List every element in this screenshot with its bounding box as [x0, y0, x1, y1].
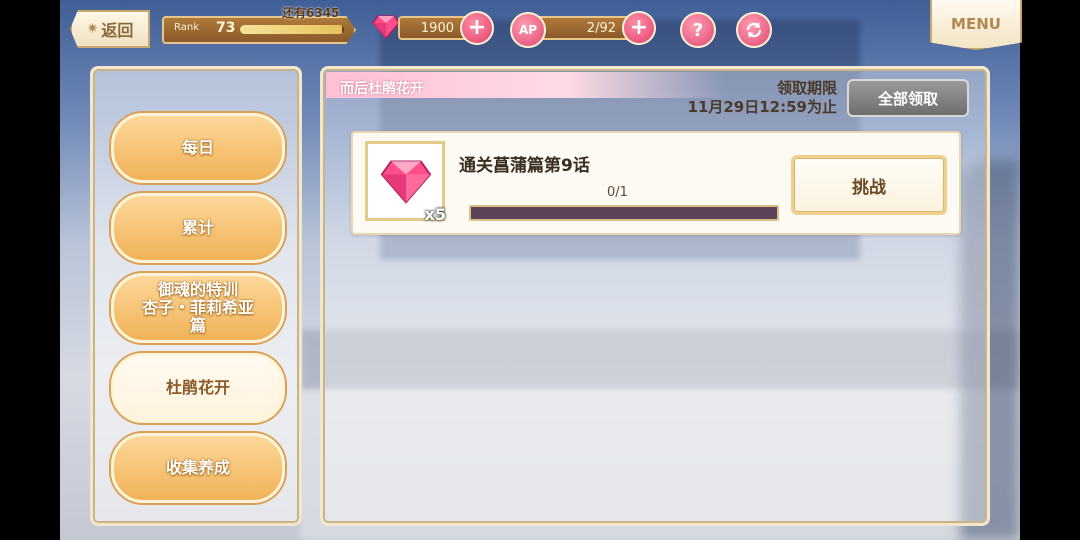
tab-label: 御魂的特训 杏子・菲莉希亚 篇 — [141, 280, 254, 335]
rank-exp-bar — [240, 25, 344, 34]
tab-label: 每日 — [181, 138, 214, 157]
ap-value: 2/92 — [586, 20, 616, 36]
refresh-icon — [746, 22, 762, 38]
rank-value: 73 — [216, 20, 236, 36]
refresh-button[interactable] — [736, 12, 772, 48]
question-icon: ? — [692, 19, 704, 41]
mission-progress-text: 0/1 — [607, 185, 628, 200]
challenge-label: 挑战 — [852, 177, 886, 198]
reward-quantity: x5 — [424, 205, 446, 224]
plus-icon: + — [467, 15, 487, 40]
deadline-value: 11月29日12:59为止 — [687, 98, 838, 116]
gem-icon — [372, 15, 400, 40]
add-ap-button[interactable]: + — [622, 11, 656, 45]
mission-progress-bar — [469, 205, 779, 221]
ap-icon: AP — [510, 12, 546, 48]
rank-label: Rank — [174, 22, 199, 33]
category-panel: 每日 累计 御魂的特训 杏子・菲莉希亚 篇 杜鹃花开 收集养成 — [90, 66, 302, 526]
event-header: 而后杜鹃花开 — [326, 72, 726, 98]
gem-count: 1900 — [420, 20, 454, 36]
rank-remaining-text: 还有6345 — [282, 6, 340, 20]
ap-label: AP — [518, 23, 538, 37]
menu-label: MENU — [951, 15, 1001, 33]
plus-icon: + — [629, 15, 649, 40]
mission-panel: 而后杜鹃花开 领取期限 11月29日12:59为止 全部领取 x5 通关菖蒲篇第… — [320, 66, 990, 526]
tab-special-training[interactable]: 御魂的特训 杏子・菲莉希亚 篇 — [111, 273, 285, 343]
help-button[interactable]: ? — [680, 12, 716, 48]
claim-all-button[interactable]: 全部领取 — [847, 79, 969, 117]
event-title: 而后杜鹃花开 — [340, 81, 424, 97]
rank-exp-fill — [240, 25, 342, 34]
challenge-button[interactable]: 挑战 — [791, 155, 947, 215]
claim-all-label: 全部领取 — [877, 89, 938, 108]
back-label: 返回 — [101, 21, 134, 40]
tab-label: 累计 — [181, 218, 214, 237]
reward-slot[interactable]: x5 — [365, 141, 446, 224]
menu-button[interactable]: MENU — [930, 0, 1022, 50]
tab-label: 杜鹃花开 — [165, 378, 230, 397]
add-gems-button[interactable]: + — [460, 11, 494, 45]
tab-collection[interactable]: 收集养成 — [111, 433, 285, 503]
deadline-label: 领取期限 — [776, 79, 837, 97]
mission-card: x5 通关菖蒲篇第9话 0/1 挑战 — [351, 131, 961, 235]
tab-azalea-bloom[interactable]: 杜鹃花开 — [111, 353, 285, 423]
tab-label: 收集养成 — [165, 458, 230, 477]
back-button[interactable]: ✷ 返回 — [70, 10, 150, 48]
tab-cumulative[interactable]: 累计 — [111, 193, 285, 263]
sparkle-icon: ✷ — [86, 21, 99, 37]
mission-title: 通关菖蒲篇第9话 — [459, 156, 590, 176]
tab-daily[interactable]: 每日 — [111, 113, 285, 183]
pink-gem-icon — [380, 160, 432, 204]
